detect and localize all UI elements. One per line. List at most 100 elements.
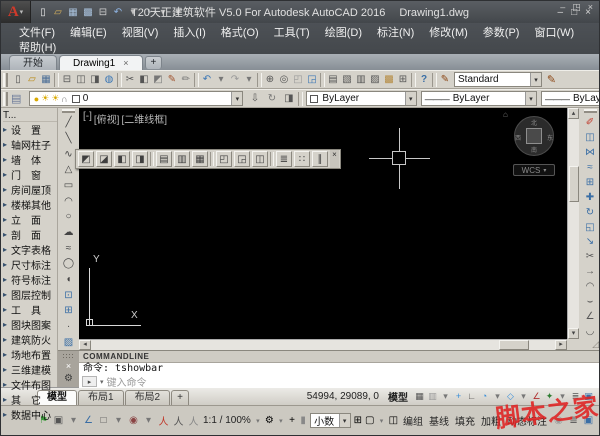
clean-screen-icon[interactable]: ▣ <box>582 414 595 428</box>
offset-icon[interactable]: ≈ <box>581 160 599 175</box>
circle-icon[interactable]: ○ <box>60 209 78 225</box>
vertical-scrollbar[interactable]: ▴ ▾ <box>567 108 579 339</box>
tool-palettes-icon[interactable]: ▥ <box>354 72 368 88</box>
sidebar-item-data-center[interactable]: ▸ 数据中心 <box>3 407 57 422</box>
plot-icon[interactable]: ⊟ <box>60 72 74 88</box>
chevron-down-icon[interactable]: ▾ <box>338 414 350 427</box>
quickcalc-icon[interactable]: ⊞ <box>396 72 410 88</box>
command-dock-strip[interactable]: × ⚙ <box>58 351 79 387</box>
osnap-icon[interactable]: ◇ <box>504 389 517 403</box>
annotation-runner-gray-icon[interactable]: 人 <box>187 414 200 428</box>
sidebar-item-elevation[interactable]: ▸ 立 面 <box>3 212 57 227</box>
toolbar-grip[interactable] <box>62 109 75 113</box>
gear-icon[interactable]: ⚙ <box>265 414 274 428</box>
list-icon[interactable]: ≣ <box>276 151 292 167</box>
mirror-icon[interactable]: ⋈ <box>581 145 599 160</box>
layer-select[interactable]: ● ☀ ☀ ∩ 0 ▾ <box>28 91 244 106</box>
markup-icon[interactable]: ▩ <box>382 72 396 88</box>
sidebar-item-file-layout[interactable]: ▸ 文件布图 <box>3 377 57 392</box>
annotation-runner-red-icon[interactable]: 人 <box>157 414 170 428</box>
vertical-scroll-thumb[interactable] <box>569 166 579 202</box>
menu-edit[interactable]: 编辑(E) <box>70 24 107 40</box>
erase-icon[interactable]: ✐ <box>581 115 599 130</box>
annotation-scale-button[interactable]: 1:1 / 100% <box>203 415 251 426</box>
tab-layout1[interactable]: 布局1 <box>78 390 124 405</box>
menu-dimension[interactable]: 标注(N) <box>377 24 414 40</box>
display-icon[interactable]: ▢ <box>365 414 374 428</box>
menu-window[interactable]: 窗口(W) <box>534 24 574 40</box>
drag-grip-icon[interactable] <box>62 353 75 360</box>
qat-customize-icon[interactable]: ▾ <box>171 4 185 20</box>
sidebar-item-site-layout[interactable]: ▸ 场地布置 <box>3 347 57 362</box>
ellipse-arc-icon[interactable]: ◖ <box>60 272 78 288</box>
fillet-icon[interactable]: ◡ <box>581 324 599 339</box>
drawing-canvas[interactable]: [-] [俯视] [二维线框] ◩ ◪ ◧ ◨ ▤ ▥ ▦ ◰ ◲ ◫ ≣ ∷ ∥ × ⌂ 北 南 西 … <box>75 108 567 339</box>
sidebar-item-settings[interactable]: ▸ 设 置 <box>3 122 57 137</box>
tab-layout2[interactable]: 布局2 <box>124 390 171 405</box>
customize-plus-icon[interactable]: + <box>288 414 296 428</box>
help-icon[interactable]: ? <box>417 72 431 88</box>
doc-restore-button[interactable]: ◳ <box>572 2 581 13</box>
scroll-right-button[interactable]: ▸ <box>555 340 567 350</box>
annotation-runner-icon[interactable]: 人 <box>172 414 185 428</box>
stretch-icon[interactable]: ↘ <box>581 235 599 250</box>
box-caret-icon[interactable]: ▾ <box>112 414 125 428</box>
align-center-icon[interactable]: ▥ <box>174 151 190 167</box>
rectangle-icon[interactable]: ▭ <box>60 178 78 194</box>
command-input[interactable]: ▸ ▾ 键入命令 <box>79 375 599 389</box>
pan-icon[interactable]: ⊕ <box>263 72 277 88</box>
polar-caret-icon[interactable]: ▾ <box>491 389 504 403</box>
viewport-style-control[interactable]: [二维线框] <box>121 111 167 126</box>
cut-icon[interactable]: ✂ <box>123 72 137 88</box>
ruler-icon[interactable]: ▮ <box>299 414 307 428</box>
toggle-bold-line[interactable]: 加粗 <box>479 411 503 430</box>
ortho-icon[interactable]: ∟ <box>465 389 478 403</box>
arc-icon[interactable]: ◠ <box>60 193 78 209</box>
ellipse-icon[interactable]: ◯ <box>60 256 78 272</box>
horizontal-scroll-thumb[interactable] <box>499 340 529 350</box>
toolbar-close-icon[interactable]: × <box>330 150 339 168</box>
copy-icon[interactable]: ◫ <box>581 130 599 145</box>
match-properties-icon[interactable]: ✎ <box>165 72 179 88</box>
menu-file[interactable]: 文件(F) <box>19 24 55 40</box>
sidebar-item-layer-control[interactable]: ▸ 图层控制 <box>3 287 57 302</box>
tab-start[interactable]: 开始 <box>9 55 57 70</box>
chevron-down-icon[interactable]: ▾ <box>277 414 285 428</box>
etransmit-icon[interactable]: ◍ <box>102 72 116 88</box>
annotation-visibility-icon[interactable]: ✦ <box>543 389 556 403</box>
break-at-point-icon[interactable]: ◠ <box>581 279 599 294</box>
sidebar-item-dimension[interactable]: ▸ 尺寸标注 <box>3 257 57 272</box>
otrack-icon[interactable]: ∠ <box>530 389 543 403</box>
toggle-dynamic-dimension[interactable]: 动态标注 <box>505 411 549 430</box>
distribute-vertical-icon[interactable]: ◲ <box>234 151 250 167</box>
annotation-caret-icon[interactable]: ▾ <box>556 389 569 403</box>
scale-icon[interactable]: ◱ <box>581 220 599 235</box>
menu-help[interactable]: 帮助(H) <box>19 39 56 55</box>
undo-caret-icon[interactable]: ▾ <box>214 72 228 88</box>
plot-icon[interactable]: ⊟ <box>96 4 110 20</box>
line-icon[interactable]: ╱ <box>60 115 78 131</box>
sidebar-item-tools[interactable]: ▸ 工 具 <box>3 302 57 317</box>
hatch-icon[interactable]: ▨ <box>60 334 78 350</box>
app-menu-button[interactable]: A ▾ <box>1 1 31 23</box>
cube-caret-icon[interactable]: ▾ <box>67 414 80 428</box>
viewcube-north-label[interactable]: 北 <box>515 118 553 127</box>
sidebar-item-fire-protection[interactable]: ▸ 建筑防火 <box>3 332 57 347</box>
sidebar-item-section[interactable]: ▸ 剖 面 <box>3 227 57 242</box>
viewcube-home-icon[interactable]: ⌂ <box>503 110 508 119</box>
publish-icon[interactable]: ◨ <box>88 72 102 88</box>
sidebar-item-others[interactable]: ▸ 其 它 <box>3 392 57 407</box>
redo-icon[interactable]: ↷ <box>141 4 155 20</box>
grid-icon[interactable]: ▦ <box>413 389 426 403</box>
annotation-monitor-icon[interactable]: ▣ <box>582 389 595 403</box>
zoom-previous-icon[interactable]: ◲ <box>305 72 319 88</box>
osnap-caret-icon[interactable]: ▾ <box>517 389 530 403</box>
send-under-icon[interactable]: ◨ <box>132 151 148 167</box>
plot-preview-icon[interactable]: ◫ <box>74 72 88 88</box>
scroll-down-button[interactable]: ▾ <box>568 328 579 339</box>
units-select[interactable]: 小数 ▾ <box>310 413 351 428</box>
wheel-caret-icon[interactable]: ▾ <box>142 414 155 428</box>
sidebar-item-3d-modeling[interactable]: ▸ 三维建模 <box>3 362 57 377</box>
construction-line-icon[interactable]: ╲ <box>60 131 78 147</box>
lock-icon[interactable]: ◉ <box>552 414 565 428</box>
